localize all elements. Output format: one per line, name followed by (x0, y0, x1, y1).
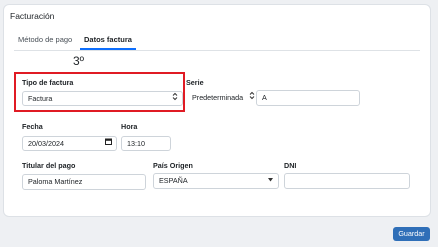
country-value: ESPAÑA (159, 176, 188, 185)
series-select[interactable]: Predeterminada (189, 91, 256, 106)
tab-bar: Método de pago Datos factura (14, 33, 420, 51)
dni-label: DNI (284, 161, 297, 170)
holder-label: Titular del pago (22, 161, 76, 170)
series-select-value: Predeterminada (192, 93, 244, 102)
date-label: Fecha (22, 122, 43, 131)
tab-payment-method[interactable]: Método de pago (18, 33, 72, 50)
time-input[interactable]: 13:10 (121, 136, 171, 151)
save-button[interactable]: Guardar (393, 227, 430, 241)
date-value: 20/03/2024 (28, 139, 64, 148)
time-label: Hora (121, 122, 138, 131)
country-select[interactable]: ESPAÑA (153, 173, 279, 189)
series-label: Serie (186, 78, 204, 87)
card-title: Facturación (10, 11, 55, 21)
step-indicator: 3º (73, 54, 85, 68)
caret-down-icon (268, 174, 273, 188)
dni-input[interactable] (284, 173, 410, 189)
date-input[interactable]: 20/03/2024 (22, 136, 117, 151)
highlight-box (14, 72, 185, 112)
tab-invoice-data[interactable]: Datos factura (80, 33, 136, 50)
updown-chevron-icon (249, 91, 255, 105)
calendar-icon[interactable] (105, 137, 112, 150)
holder-input[interactable]: Paloma Martínez (22, 174, 146, 190)
series-input[interactable]: A (256, 90, 360, 106)
country-label: País Origen (153, 161, 193, 170)
